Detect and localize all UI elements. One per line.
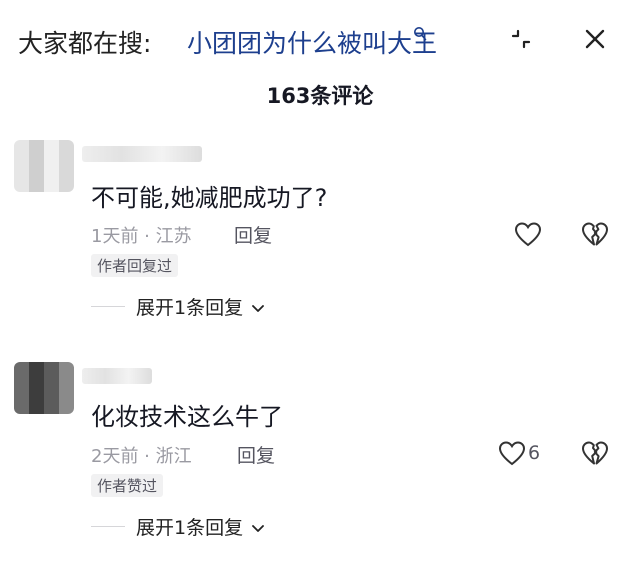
avatar[interactable] [14,140,74,192]
collapse-icon[interactable] [510,28,532,50]
like-count: 6 [528,442,541,464]
comment-item: 化妆技术这么牛了 2天前 · 浙江 回复 6 作者赞过 展开1条回复 [0,360,640,575]
broken-heart-icon[interactable] [580,220,610,248]
comment-text: 不可能,她减肥成功了? [91,184,328,212]
expand-replies-label: 展开1条回复 [136,517,244,539]
author-badge: 作者回复过 [91,254,179,277]
heart-outline-icon[interactable] [497,439,527,467]
comment-item: 不可能,她减肥成功了? 1天前 · 江苏 回复 作者回复过 展开1条回复 [0,138,640,353]
avatar[interactable] [14,362,74,414]
search-prefix: 大家都在搜: [18,29,152,58]
search-icon[interactable] [413,26,427,42]
heart-outline-icon[interactable] [513,220,543,248]
comment-text: 化妆技术这么牛了 [91,403,283,431]
close-icon[interactable] [584,28,606,50]
reply-button[interactable]: 回复 [237,441,275,468]
broken-heart-icon[interactable] [580,439,610,467]
comment-meta: 2天前 · 浙江 [91,446,192,467]
comment-meta: 1天前 · 江苏 [91,226,192,247]
reply-button[interactable]: 回复 [234,221,272,248]
divider [91,526,125,527]
username-blurred[interactable] [82,368,152,384]
search-query-link[interactable]: 小团团为什么被叫大王 [187,24,437,60]
comment-count: 163条评论 [266,84,374,108]
chevron-down-icon [251,304,265,314]
expand-replies-button[interactable]: 展开1条回复 [136,293,265,320]
chevron-down-icon [251,524,265,534]
author-badge: 作者赞过 [91,474,164,497]
expand-replies-label: 展开1条回复 [136,297,244,319]
header: 大家都在搜: 小团团为什么被叫大王 [0,0,640,80]
expand-replies-button[interactable]: 展开1条回复 [136,513,265,540]
username-blurred[interactable] [82,146,202,162]
divider [91,306,125,307]
